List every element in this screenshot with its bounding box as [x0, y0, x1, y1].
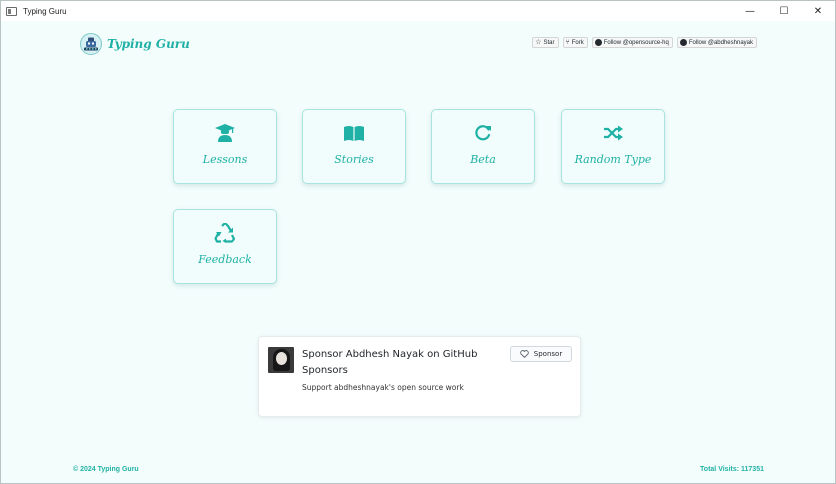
- card-beta[interactable]: Beta: [431, 109, 535, 184]
- avatar: [268, 347, 294, 373]
- fork-button[interactable]: ⑂ Fork: [562, 37, 588, 48]
- card-label: Lessons: [202, 153, 248, 166]
- github-icon: [679, 39, 687, 46]
- sponsor-button[interactable]: Sponsor: [510, 346, 572, 362]
- brand-link[interactable]: Typing Guru: [80, 33, 190, 55]
- brand-name: Typing Guru: [107, 37, 190, 51]
- fork-label: Fork: [571, 39, 584, 46]
- title-bar[interactable]: Typing Guru — ☐ ✕: [1, 1, 835, 21]
- heart-icon: [520, 350, 529, 358]
- shuffle-icon: [602, 124, 624, 142]
- fork-icon: ⑂: [565, 39, 570, 46]
- card-label: Feedback: [198, 253, 252, 266]
- github-icon: [594, 39, 602, 46]
- card-stories[interactable]: Stories: [302, 109, 406, 184]
- page-content: Typing Guru ☆ Star ⑂ Fork Follow @openso…: [1, 21, 835, 483]
- window-title: Typing Guru: [23, 6, 67, 16]
- star-button[interactable]: ☆ Star: [532, 37, 559, 48]
- follow-opensource-button[interactable]: Follow @opensource-hq: [591, 37, 673, 48]
- refresh-icon: [472, 124, 494, 142]
- maximize-button[interactable]: ☐: [767, 1, 801, 21]
- card-label: Stories: [334, 153, 374, 166]
- follow-abdheshnayak-label: Follow @abdheshnayak: [688, 39, 753, 46]
- close-button[interactable]: ✕: [801, 1, 835, 21]
- github-buttons: ☆ Star ⑂ Fork Follow @opensource-hq Foll…: [532, 37, 757, 48]
- sponsor-title: Sponsor Abdhesh Nayak on GitHub Sponsors: [302, 349, 478, 376]
- star-icon: ☆: [535, 39, 542, 46]
- total-visits: Total Visits: 117351: [700, 466, 764, 473]
- card-random-type[interactable]: Random Type: [561, 109, 665, 184]
- graduate-icon: [214, 124, 236, 142]
- sponsor-card: Sponsor Abdhesh Nayak on GitHub Sponsors…: [258, 336, 581, 417]
- minimize-button[interactable]: —: [733, 1, 767, 21]
- card-lessons[interactable]: Lessons: [173, 109, 277, 184]
- app-window: Typing Guru — ☐ ✕ Typing Guru ☆ Star ⑂ F…: [0, 0, 836, 484]
- app-icon: [6, 6, 17, 16]
- card-label: Random Type: [574, 153, 652, 166]
- card-label: Beta: [470, 153, 496, 166]
- sponsor-description: Support abdheshnayak's open source work: [302, 383, 464, 392]
- keyboard-bot-icon: [80, 33, 102, 55]
- recycle-icon: [214, 223, 236, 243]
- book-icon: [343, 124, 365, 142]
- copyright: © 2024 Typing Guru: [73, 466, 139, 473]
- follow-opensource-label: Follow @opensource-hq: [603, 39, 669, 46]
- follow-abdheshnayak-button[interactable]: Follow @abdheshnayak: [676, 37, 757, 48]
- window-controls: — ☐ ✕: [733, 1, 835, 21]
- star-label: Star: [543, 39, 555, 46]
- card-feedback[interactable]: Feedback: [173, 209, 277, 284]
- sponsor-button-label: Sponsor: [533, 350, 563, 358]
